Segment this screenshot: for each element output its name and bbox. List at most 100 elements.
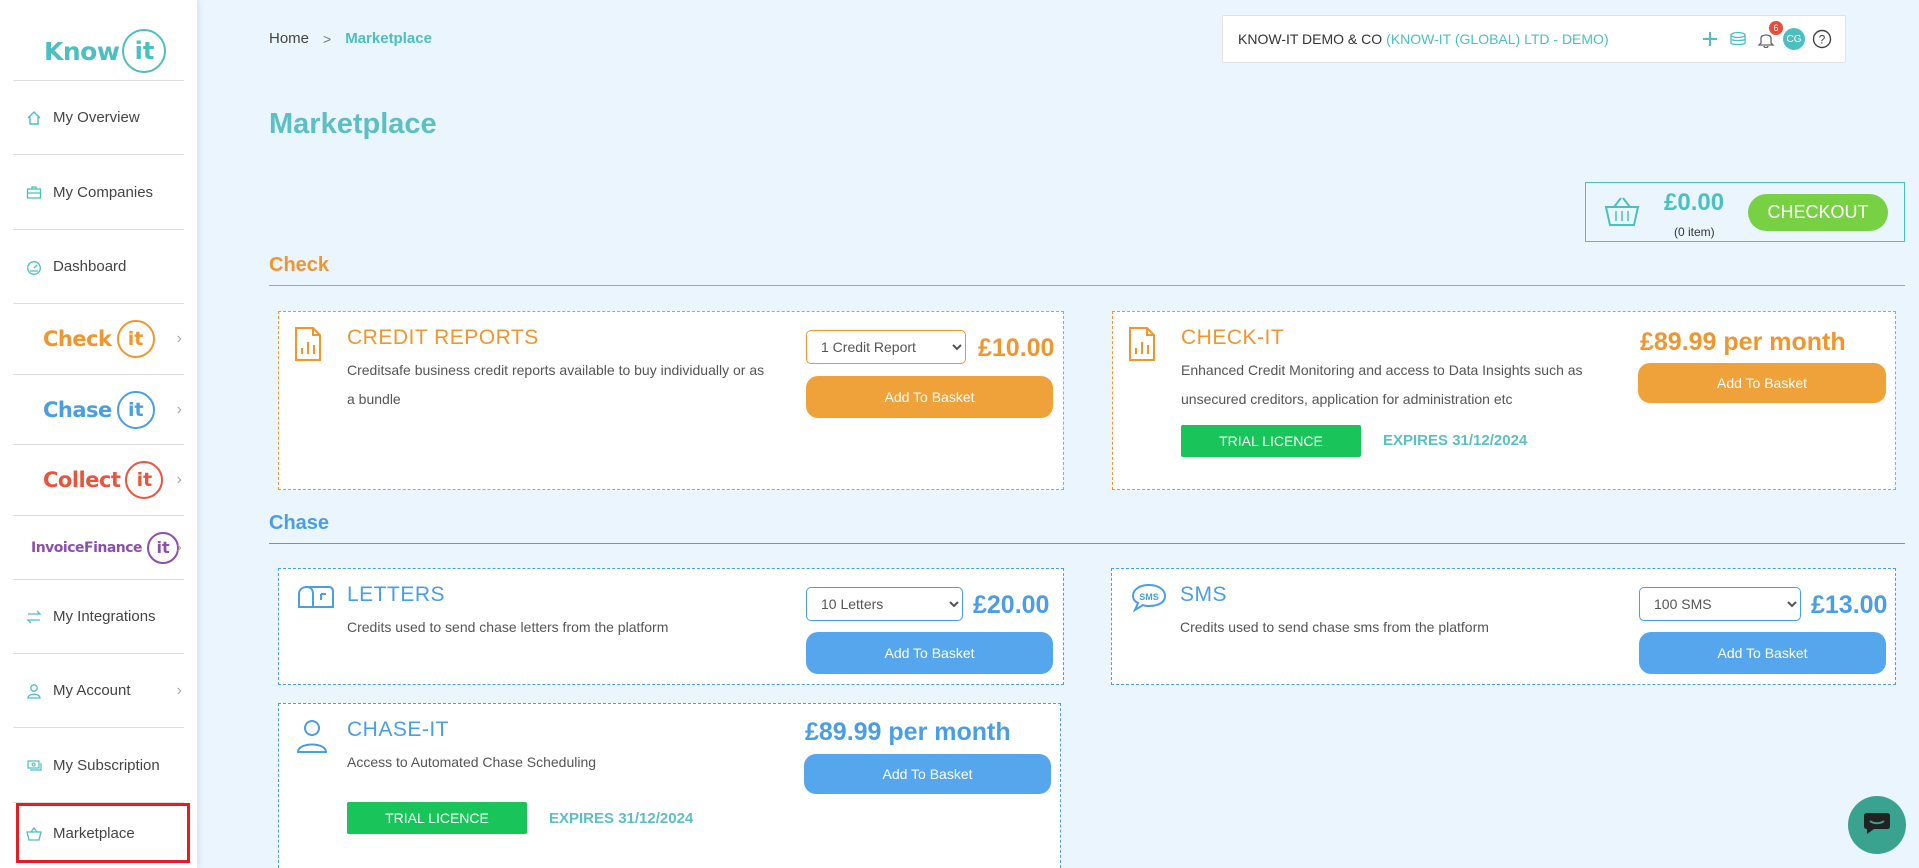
sidebar-item-dashboard[interactable]: Dashboard	[13, 229, 184, 303]
help-icon[interactable]: ?	[1811, 28, 1833, 50]
product-price: £10.00	[978, 334, 1055, 362]
svg-text:?: ?	[1819, 33, 1826, 47]
invoicefinance-it-brand-text: InvoiceFinance	[31, 539, 143, 556]
user-icon	[295, 718, 329, 759]
chevron-right-icon: ›	[176, 681, 182, 699]
product-description: Enhanced Credit Monitoring and access to…	[1181, 356, 1583, 414]
product-description: Credits used to send chase sms from the …	[1180, 619, 1489, 635]
add-to-basket-button[interactable]: Add To Basket	[806, 632, 1053, 674]
section-divider-check	[269, 285, 1905, 286]
company-selector[interactable]: KNOW-IT DEMO & CO (KNOW-IT (GLOBAL) LTD …	[1222, 15, 1846, 63]
checkout-button[interactable]: CHECKOUT	[1748, 194, 1888, 231]
sidebar-item-label: My Subscription	[53, 756, 160, 774]
product-description: Access to Automated Chase Scheduling	[347, 754, 597, 770]
expiry-date: EXPIRES 31/12/2024	[1383, 432, 1528, 449]
report-icon	[1127, 326, 1157, 367]
check-it-brand-text: Check	[43, 327, 112, 351]
avatar[interactable]: CG	[1783, 28, 1805, 50]
product-card-check-it: CHECK-IT Enhanced Credit Monitoring and …	[1112, 311, 1896, 490]
sidebar-item-my-subscription[interactable]: My Subscription	[13, 727, 184, 802]
chevron-right-icon: ›	[176, 471, 182, 488]
expiry-date: EXPIRES 31/12/2024	[549, 810, 694, 827]
chase-it-brand-circle: it	[116, 390, 155, 429]
chase-it-brand-text: Chase	[43, 397, 112, 422]
product-card-sms: SMS SMS Credits used to send chase sms f…	[1111, 568, 1896, 685]
user-icon	[25, 682, 43, 700]
report-icon	[293, 326, 323, 367]
product-card-credit-reports: CREDIT REPORTS Creditsafe business credi…	[278, 311, 1064, 490]
bell-icon[interactable]: 6	[1755, 21, 1783, 50]
logo-text: Know	[44, 36, 120, 66]
breadcrumb-current: Marketplace	[345, 30, 432, 47]
breadcrumb: Home > Marketplace	[269, 30, 432, 47]
logo-circle: it	[122, 29, 167, 73]
product-price: £89.99 per month	[805, 718, 1011, 746]
chevron-right-icon: ›	[176, 330, 182, 347]
dashboard-icon	[25, 258, 43, 276]
add-to-basket-button[interactable]: Add To Basket	[806, 376, 1053, 418]
plus-icon[interactable]	[1699, 28, 1721, 50]
product-title: CREDIT REPORTS	[347, 326, 539, 349]
add-to-basket-button[interactable]: Add To Basket	[804, 754, 1051, 794]
money-icon	[25, 756, 43, 774]
company-name: KNOW-IT DEMO & CO	[1238, 31, 1383, 47]
product-title: CHASE-IT	[347, 718, 450, 741]
know-it-logo[interactable]: Know it	[44, 28, 167, 74]
basket-icon	[1604, 195, 1640, 232]
notification-badge: 6	[1769, 21, 1783, 35]
product-title: CHECK-IT	[1181, 326, 1285, 349]
basket-summary: £0.00 (0 item) CHECKOUT	[1585, 182, 1905, 242]
sidebar-item-my-account[interactable]: My Account ›	[13, 653, 184, 727]
sms-icon: SMS	[1130, 583, 1168, 618]
letters-quantity-select[interactable]: 10 Letters	[806, 587, 963, 621]
product-card-chase-it: CHASE-IT Access to Automated Chase Sched…	[278, 703, 1061, 868]
product-price: £20.00	[973, 591, 1050, 619]
marketplace-highlight	[16, 803, 190, 863]
add-to-basket-button[interactable]: Add To Basket	[1638, 363, 1886, 403]
product-price: £13.00	[1811, 591, 1888, 619]
breadcrumb-home-link[interactable]: Home	[269, 30, 309, 47]
product-card-letters: LETTERS Credits used to send chase lette…	[278, 568, 1064, 685]
add-to-basket-button[interactable]: Add To Basket	[1639, 632, 1886, 674]
basket-item-count: (0 item)	[1674, 225, 1715, 239]
sidebar-item-check-it[interactable]: Check it ›	[13, 303, 184, 374]
section-title-check: Check	[269, 254, 330, 276]
sidebar-item-chase-it[interactable]: Chase it ›	[13, 374, 184, 444]
sidebar-item-my-overview[interactable]: My Overview	[13, 80, 184, 154]
sidebar-item-my-integrations[interactable]: My Integrations	[13, 579, 184, 653]
coins-icon[interactable]	[1727, 28, 1749, 50]
sidebar-item-label: My Account	[53, 682, 131, 699]
sidebar-item-collect-it[interactable]: Collect it ›	[13, 444, 184, 515]
credit-report-quantity-select[interactable]: 1 Credit Report	[806, 330, 966, 364]
sidebar-item-label: Dashboard	[53, 258, 127, 275]
sms-quantity-select[interactable]: 100 SMS	[1639, 587, 1801, 621]
collect-it-brand-circle: it	[125, 461, 164, 499]
section-divider-chase	[269, 543, 1905, 544]
arrows-icon	[25, 608, 43, 626]
section-title-chase: Chase	[269, 512, 330, 534]
product-description-line: Enhanced Credit Monitoring and access to…	[1181, 362, 1583, 378]
mailbox-icon	[297, 583, 335, 616]
product-description-line: a bundle	[347, 391, 401, 407]
breadcrumb-separator: >	[323, 30, 332, 47]
home-icon	[25, 109, 43, 127]
svg-text:SMS: SMS	[1139, 592, 1159, 602]
product-title: SMS	[1180, 583, 1228, 606]
product-description: Credits used to send chase letters from …	[347, 619, 669, 635]
basket-total: £0.00	[1664, 189, 1725, 216]
invoicefinance-it-brand-circle: it	[147, 531, 180, 564]
product-description-line: unsecured creditors, application for adm…	[1181, 391, 1513, 407]
check-it-brand-circle: it	[116, 320, 155, 358]
chat-icon	[1862, 810, 1892, 841]
page-title: Marketplace	[269, 108, 437, 140]
trial-licence-badge: TRIAL LICENCE	[347, 802, 527, 834]
sidebar-item-invoicefinance-it[interactable]: InvoiceFinance it ›	[13, 515, 184, 579]
collect-it-brand-text: Collect	[43, 468, 121, 492]
sidebar-item-my-companies[interactable]: My Companies	[13, 154, 184, 229]
sidebar: Know it My Overview My Companies Dashboa…	[0, 0, 197, 868]
topbar-icons: 6 CG ?	[1699, 21, 1833, 50]
chat-launcher-button[interactable]	[1848, 796, 1906, 854]
chevron-right-icon: ›	[176, 400, 182, 418]
product-price: £89.99 per month	[1640, 328, 1846, 356]
chevron-right-icon: ›	[176, 538, 182, 556]
